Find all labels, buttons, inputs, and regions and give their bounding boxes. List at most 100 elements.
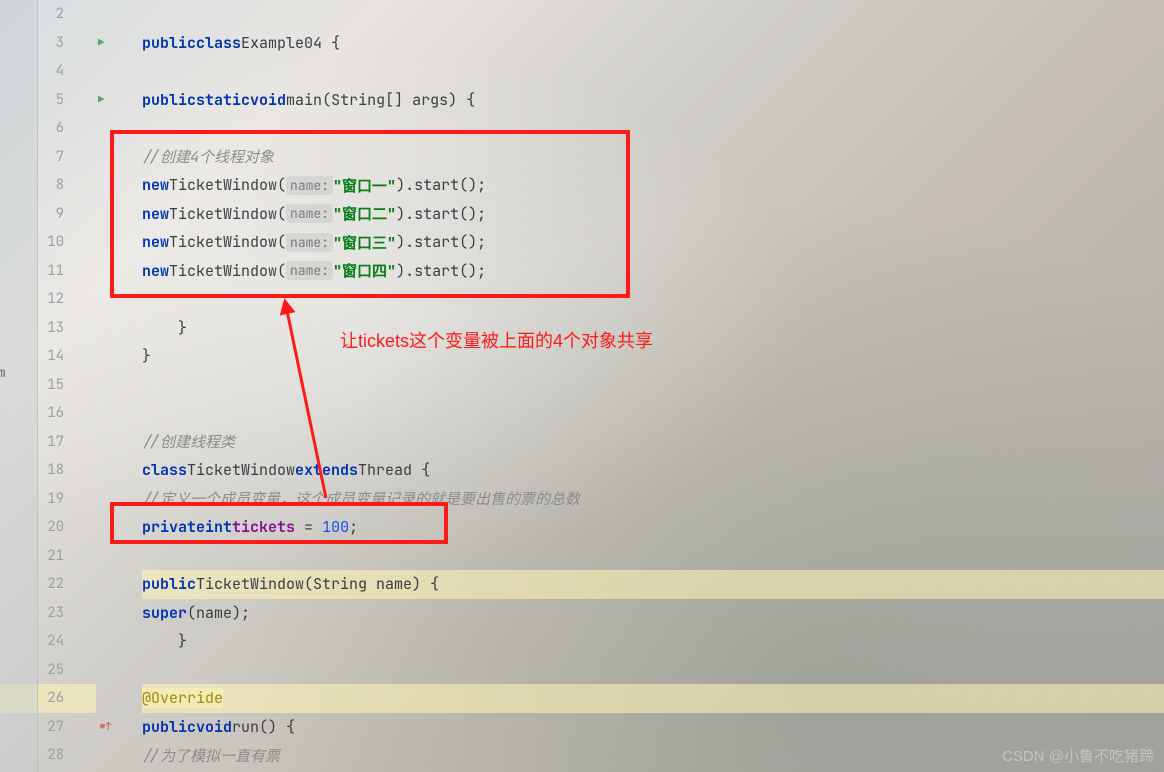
code-line[interactable] — [142, 399, 1164, 428]
lineno: 11 — [38, 262, 68, 280]
string: "窗口三" — [333, 232, 396, 253]
keyword: new — [142, 204, 169, 224]
code-line[interactable]: public static void main(String[] args) { — [142, 86, 1164, 115]
class-name: TicketWindow — [187, 460, 295, 480]
code-editor: 2 3▶ 4 5▶ 6 7 8 9 10 11 12 13 14 15 16 1… — [0, 0, 1164, 772]
code-line[interactable] — [142, 656, 1164, 685]
lineno: 28 — [38, 746, 68, 764]
code-line[interactable]: new TicketWindow( name: "窗口四").start(); — [142, 257, 1164, 286]
code-line[interactable]: new TicketWindow( name: "窗口一").start(); — [142, 171, 1164, 200]
parent-class: Thread — [358, 460, 412, 480]
lineno: 9 — [38, 205, 68, 223]
keyword: new — [142, 261, 169, 281]
param-hint: name: — [286, 176, 333, 195]
far-gutter — [0, 0, 38, 772]
params: (String name) { — [304, 574, 439, 594]
lineno: 7 — [38, 148, 68, 166]
tail: ).start(); — [396, 232, 486, 252]
code-line[interactable]: new TicketWindow( name: "窗口三").start(); — [142, 228, 1164, 257]
method-name: main — [286, 90, 322, 110]
param-hint: name: — [286, 204, 333, 223]
string: "窗口二" — [333, 203, 396, 224]
params: () { — [259, 717, 295, 737]
lineno: 21 — [38, 547, 68, 565]
class-name: Example04 — [241, 33, 322, 53]
lineno: 16 — [38, 404, 68, 422]
comment: //定义一个成员变量，这个成员变量记录的就是要出售的票的总数 — [142, 488, 580, 509]
comment: //创建线程类 — [142, 431, 235, 452]
method-name: run — [232, 717, 259, 737]
annotation: @Override — [142, 688, 223, 708]
code-line[interactable] — [142, 0, 1164, 29]
code-line[interactable] — [142, 542, 1164, 571]
string: "窗口一" — [333, 175, 396, 196]
keyword: public — [142, 90, 196, 110]
params: (String[] args) { — [322, 90, 475, 110]
tail: ).start(); — [396, 175, 486, 195]
code-line[interactable]: class TicketWindow extends Thread { — [142, 456, 1164, 485]
lineno: 15 — [38, 376, 68, 394]
class-ref: TicketWindow( — [169, 232, 286, 252]
class-ref: TicketWindow( — [169, 175, 286, 195]
keyword: new — [142, 232, 169, 252]
lineno: 27 — [38, 718, 68, 736]
code-line[interactable]: public class Example04 { — [142, 29, 1164, 58]
field-name: tickets — [232, 517, 295, 537]
code-line[interactable]: super(name); — [142, 599, 1164, 628]
keyword: new — [142, 175, 169, 195]
cut-text: em — [0, 364, 6, 381]
code-line[interactable]: //创建线程类 — [142, 428, 1164, 457]
constructor: TicketWindow — [196, 574, 304, 594]
args: (name); — [187, 603, 250, 623]
code-line[interactable]: } — [142, 342, 1164, 371]
code-line[interactable]: @Override — [142, 684, 1164, 713]
lineno: 13 — [38, 319, 68, 337]
lineno: 23 — [38, 604, 68, 622]
class-ref: TicketWindow( — [169, 204, 286, 224]
lineno: 6 — [38, 119, 68, 137]
lineno: 25 — [38, 661, 68, 679]
code-line[interactable] — [142, 285, 1164, 314]
lineno: 18 — [38, 461, 68, 479]
keyword: static — [196, 90, 250, 110]
code-area[interactable]: public class Example04 { public static v… — [96, 0, 1164, 772]
keyword: public — [142, 717, 196, 737]
lineno: 20 — [38, 518, 68, 536]
number: 100 — [322, 517, 349, 537]
lineno: 5 — [38, 91, 68, 109]
string: "窗口四" — [333, 260, 396, 281]
code-line[interactable]: public void run() { — [142, 713, 1164, 742]
lineno: 24 — [38, 632, 68, 650]
lineno: 8 — [38, 176, 68, 194]
lineno: 12 — [38, 290, 68, 308]
code-line[interactable]: public TicketWindow(String name) { — [142, 570, 1164, 599]
comment: //为了模拟一直有票 — [142, 745, 280, 766]
lineno: 22 — [38, 575, 68, 593]
keyword: class — [196, 33, 241, 53]
code-line[interactable]: private int tickets = 100; — [142, 513, 1164, 542]
lineno: 17 — [38, 433, 68, 451]
code-line[interactable]: //为了模拟一直有票 — [142, 741, 1164, 770]
code-line[interactable]: } — [142, 314, 1164, 343]
eq: = — [295, 517, 322, 537]
tail: ).start(); — [396, 204, 486, 224]
keyword: int — [205, 517, 232, 537]
code-line[interactable] — [142, 114, 1164, 143]
keyword: public — [142, 574, 196, 594]
comment: //创建4个线程对象 — [142, 146, 274, 167]
code-line[interactable]: //创建4个线程对象 — [142, 143, 1164, 172]
lineno: 3 — [38, 34, 68, 52]
code-line[interactable] — [142, 57, 1164, 86]
line-gutter[interactable]: 2 3▶ 4 5▶ 6 7 8 9 10 11 12 13 14 15 16 1… — [38, 0, 96, 772]
code-line[interactable] — [142, 371, 1164, 400]
lineno: 4 — [38, 62, 68, 80]
keyword: public — [142, 33, 196, 53]
keyword: void — [196, 717, 232, 737]
param-hint: name: — [286, 233, 333, 252]
code-line[interactable]: } — [142, 627, 1164, 656]
code-line[interactable]: //定义一个成员变量，这个成员变量记录的就是要出售的票的总数 — [142, 485, 1164, 514]
lineno: 26 — [38, 689, 68, 707]
code-line[interactable]: new TicketWindow( name: "窗口二").start(); — [142, 200, 1164, 229]
keyword: super — [142, 603, 187, 623]
lineno: 19 — [38, 490, 68, 508]
